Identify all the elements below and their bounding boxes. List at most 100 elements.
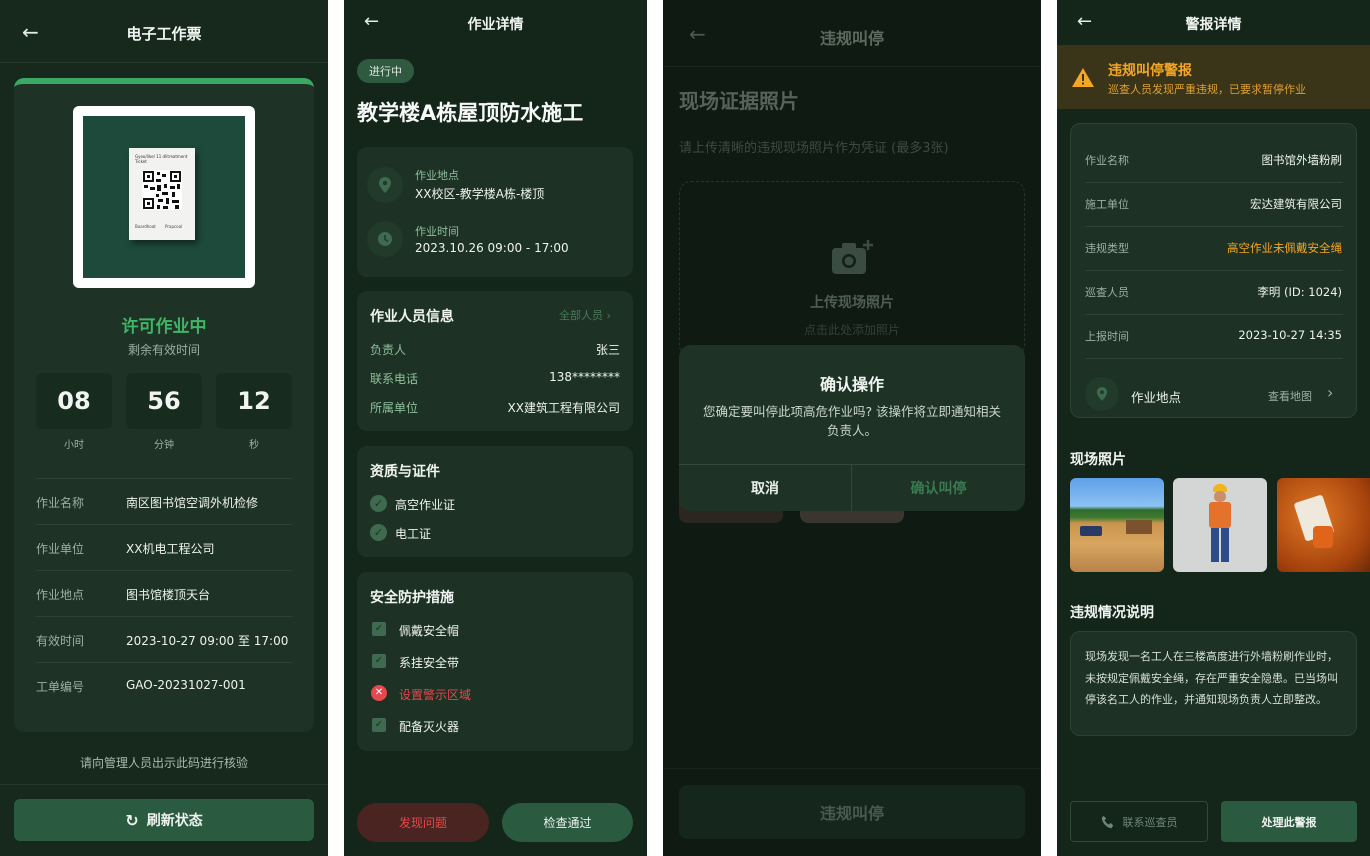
personnel-value: 张三 [595,343,620,357]
alert-subtitle: 巡查人员发现严重违规，已要求暂停作业 [1108,83,1306,96]
safety-title: 安全防护措施 [370,590,454,606]
qr-frame: Gyeo/like/ 11 dlitreatment Ticket Boardh… [73,106,255,288]
countdown-hours: 08 [36,373,112,429]
chevron-right-icon: › [1327,383,1334,402]
upload-area[interactable]: 上传现场照片 点击此处添加照片 [679,181,1025,357]
row-label: 作业单位 [36,542,85,556]
row-value: 2023-10-27 09:00 至 17:00 [126,634,289,648]
safety-card: 安全防护措施 ✓ 佩戴安全帽 ✓ 系挂安全带 ✕ 设置警示区域 ✓ 配备灭火器 [357,572,633,751]
personnel-card: 作业人员信息 全部人员 › 负责人 张三 联系电话 138******** 所属… [357,291,633,431]
checkbox-checked-icon[interactable]: ✓ [372,718,386,732]
description-card: 现场发现一名工人在三楼高度进行外墙粉刷作业时，未按规定佩戴安全绳，存在严重安全隐… [1070,631,1357,736]
site-photo[interactable] [1070,478,1164,572]
confirm-stop-button[interactable]: 确认叫停 [852,465,1025,511]
screen-electronic-ticket: ← 电子工作票 Gyeo/like/ 11 dlitreatment Ticke… [0,0,328,856]
row-label: 有效时间 [36,634,85,648]
phone-icon [1101,815,1113,828]
view-map-link[interactable]: 查看地图 [1268,388,1312,404]
inspection-pass-button[interactable]: 检查通过 [502,803,633,842]
safety-item: 佩戴安全帽 [399,624,460,638]
personnel-value: 138******** [549,370,620,384]
qr-code-icon [142,170,182,210]
location-pin-icon [367,167,403,203]
clock-icon [367,221,403,257]
info-label: 巡查人员 [1085,286,1129,299]
upload-instructions: 请上传清晰的违规现场照片作为凭证 (最多3张) [679,141,949,156]
screen-work-detail: ← 作业详情 进行中 教学楼A栋屋顶防水施工 作业地点 XX校区-教学楼A栋-楼… [344,0,647,856]
work-heading: 教学楼A栋屋顶防水施工 [357,101,584,125]
row-label: 工单编号 [36,680,85,694]
evidence-photo[interactable] [1277,478,1370,572]
countdown-minutes-unit: 分钟 [154,440,174,451]
personnel-label: 所属单位 [370,401,419,415]
info-value: 李明 (ID: 1024) [1257,285,1342,299]
screen-violation-stop: ← 违规叫停 现场证据照片 请上传清晰的违规现场照片作为凭证 (最多3张) 上传… [663,0,1041,856]
screen-alert-detail: ← 警报详情 违规叫停警报 巡查人员发现严重违规，已要求暂停作业 作业名称 图书… [1057,0,1370,856]
alert-info-card: 作业名称 图书馆外墙粉刷 施工单位 宏达建筑有限公司 违规类型 高空作业未佩戴安… [1070,123,1357,418]
safety-item: 系挂安全带 [399,656,460,670]
status-badge: 进行中 [357,59,414,83]
row-value: GAO-20231027-001 [126,678,246,692]
safety-item: 配备灭火器 [399,720,460,734]
page-title: 违规叫停 [819,29,884,48]
certificates-card: 资质与证件 ✓ 高空作业证 ✓ 电工证 [357,446,633,557]
warning-triangle-icon [1072,68,1094,87]
location-label: 作业地点 [1131,390,1182,405]
checkbox-checked-icon[interactable]: ✓ [372,622,386,636]
verify-hint: 请向管理人员出示此码进行核验 [79,756,248,770]
error-x-icon: ✕ [371,685,387,701]
countdown-hours-unit: 小时 [64,440,84,451]
dialog-title: 确认操作 [819,375,884,394]
countdown-minutes: 56 [126,373,202,429]
cert-item: 高空作业证 [395,498,456,512]
refresh-icon: ↻ [125,810,139,830]
photos-title: 现场照片 [1070,452,1126,468]
cert-item: 电工证 [395,527,432,541]
upload-hint: 点击此处添加照片 [803,323,900,337]
qr-caption: Gyeo/like/ 11 dlitreatment Ticket [135,154,188,164]
page-title: 警报详情 [1185,17,1242,33]
info-value: 2023-10-27 14:35 [1238,328,1342,342]
ticket-card: Gyeo/like/ 11 dlitreatment Ticket Boardh… [14,78,314,732]
personnel-value: XX建筑工程有限公司 [507,401,620,415]
time-value: 2023.10.26 09:00 - 17:00 [415,241,569,255]
page-title: 作业详情 [467,17,524,33]
description-title: 违规情况说明 [1070,605,1154,621]
refresh-status-button[interactable]: ↻ 刷新状态 [14,799,314,841]
violation-stop-button[interactable]: 违规叫停 [679,785,1025,839]
location-label: 作业地点 [415,169,459,182]
photo-vehicle [1080,526,1102,536]
all-personnel-label: 全部人员 [559,309,603,322]
worker-photo[interactable] [1173,478,1267,572]
info-label: 上报时间 [1085,330,1129,343]
location-row[interactable]: 作业地点 查看地图 › [1071,371,1356,417]
checkbox-checked-icon[interactable]: ✓ [372,654,386,668]
contact-inspector-button[interactable]: 联系巡查员 [1070,801,1208,842]
report-problem-button[interactable]: 发现问题 [357,803,489,842]
qr-footer-right: Prapcoal [165,224,183,229]
cancel-button[interactable]: 取消 [679,465,851,511]
confirm-dialog: 确认操作 您确定要叫停此项高危作业吗? 该操作将立即通知相关负责人。 取消 确认… [679,345,1025,511]
row-label: 作业地点 [36,588,85,602]
handle-alert-button[interactable]: 处理此警报 [1221,801,1357,842]
row-label: 作业名称 [36,496,85,510]
section-title: 现场证据照片 [679,89,799,113]
qr-photo: Gyeo/like/ 11 dlitreatment Ticket Boardh… [83,116,245,278]
photo-vest [1209,502,1231,528]
info-label: 作业名称 [1085,154,1129,167]
row-value: 南区图书馆空调外机检修 [126,496,259,510]
all-personnel-link[interactable]: 全部人员 › [559,307,611,323]
time-label: 作业时间 [415,225,459,238]
upload-title: 上传现场照片 [810,295,894,311]
location-pin-icon [1085,377,1119,411]
qr-footer-left: Boardhoat [135,224,156,229]
personnel-label: 负责人 [370,343,407,357]
photo-item [1313,526,1333,548]
check-circle-icon: ✓ [370,524,387,541]
location-value: XX校区-教学楼A栋-楼顶 [415,187,545,201]
dialog-body: 您确定要叫停此项高危作业吗? 该操作将立即通知相关负责人。 [702,404,1002,438]
alert-banner: 违规叫停警报 巡查人员发现严重违规，已要求暂停作业 [1057,45,1370,109]
alert-title: 违规叫停警报 [1108,63,1192,79]
add-camera-icon [832,240,873,274]
contact-inspector-label: 联系巡查员 [1122,815,1178,829]
